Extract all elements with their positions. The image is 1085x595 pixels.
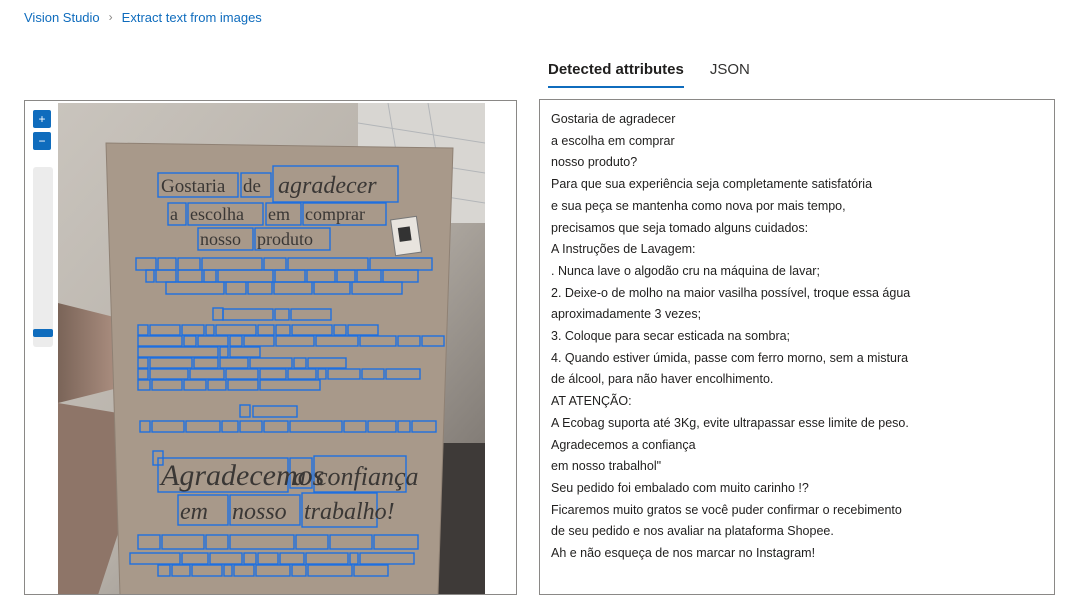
zoom-slider-track[interactable] (33, 167, 53, 347)
detected-text-line: Ficaremos muito gratos se você puder con… (551, 502, 902, 517)
minus-icon: − (38, 134, 46, 148)
photo-word: agradecer (278, 173, 377, 199)
detected-text-line: 3. Coloque para secar esticada na sombra… (551, 329, 791, 344)
photo-word: a (293, 462, 306, 491)
zoom-out-button[interactable]: − (33, 132, 51, 150)
photo-word: nosso (200, 229, 241, 249)
detected-text-line: 2. Deixe-o de molho na maior vasilha pos… (551, 285, 911, 300)
chevron-right-icon: › (108, 10, 113, 24)
detected-text-line: A Instruções de Lavagem: (551, 242, 696, 257)
detected-text-line: de álcool, para não haver encolhimento. (551, 372, 774, 387)
photo-word: nosso (232, 499, 287, 525)
detected-text-line: 4. Quando estiver úmida, passe com ferro… (551, 350, 909, 365)
detected-text-line: Agradecemos a confiança (551, 437, 696, 452)
detected-text-line: precisamos que seja tomado alguns cuidad… (551, 220, 809, 235)
detected-text-line: Seu pedido foi embalado com muito carinh… (551, 480, 809, 495)
detected-text-line: e sua peça se mantenha como nova por mai… (551, 198, 846, 213)
detected-text-line: AT ATENÇÃO: (551, 394, 632, 409)
image-viewer[interactable]: + − Gostaria de agradecer a escolha em c… (24, 100, 517, 595)
result-tabs: Detected attributes JSON (548, 56, 776, 88)
detected-text-panel[interactable]: Gostaria de agradecer a escolha em compr… (539, 99, 1055, 595)
photo-word: confiança (316, 462, 419, 491)
detected-text-line: a escolha em comprar (551, 133, 675, 148)
detected-text-line: de seu pedido e nos avaliar na plataform… (551, 524, 834, 539)
photo-word: produto (257, 229, 313, 249)
photo-word: trabalho! (304, 499, 395, 525)
detected-text-line: Para que sua experiência seja completame… (551, 177, 873, 192)
photo-word: a (170, 204, 178, 224)
detected-text-line: Gostaria de agradecer (551, 112, 676, 126)
zoom-in-button[interactable]: + (33, 110, 51, 128)
breadcrumb: Vision Studio › Extract text from images (24, 8, 262, 26)
photo-word: em (268, 204, 290, 224)
detected-text-line: Ah e não esqueça de nos marcar no Instag… (551, 546, 816, 561)
tab-json[interactable]: JSON (710, 56, 750, 88)
detected-text-line: em nosso trabalhol" (551, 459, 662, 474)
breadcrumb-vision-studio-link[interactable]: Vision Studio (24, 10, 100, 25)
photo-word: comprar (305, 204, 365, 224)
detected-text-line: . Nunca lave o algodão cru na máquina de… (551, 263, 820, 278)
photo-word: em (180, 499, 208, 525)
detected-text-line: aproximadamente 3 vezes; (551, 307, 702, 322)
photo-word: escolha (190, 204, 244, 224)
plus-icon: + (38, 112, 46, 126)
photo-word: Gostaria (161, 176, 226, 197)
analyzed-photo: Gostaria de agradecer a escolha em compr… (58, 103, 485, 594)
zoom-slider-thumb[interactable] (33, 329, 53, 337)
tab-detected-attributes[interactable]: Detected attributes (548, 56, 684, 88)
breadcrumb-current-page: Extract text from images (121, 9, 262, 25)
detected-text-line: nosso produto? (551, 155, 638, 170)
photo-word: de (243, 176, 261, 197)
detected-text-line: A Ecobag suporta até 3Kg, evite ultrapas… (551, 415, 909, 430)
